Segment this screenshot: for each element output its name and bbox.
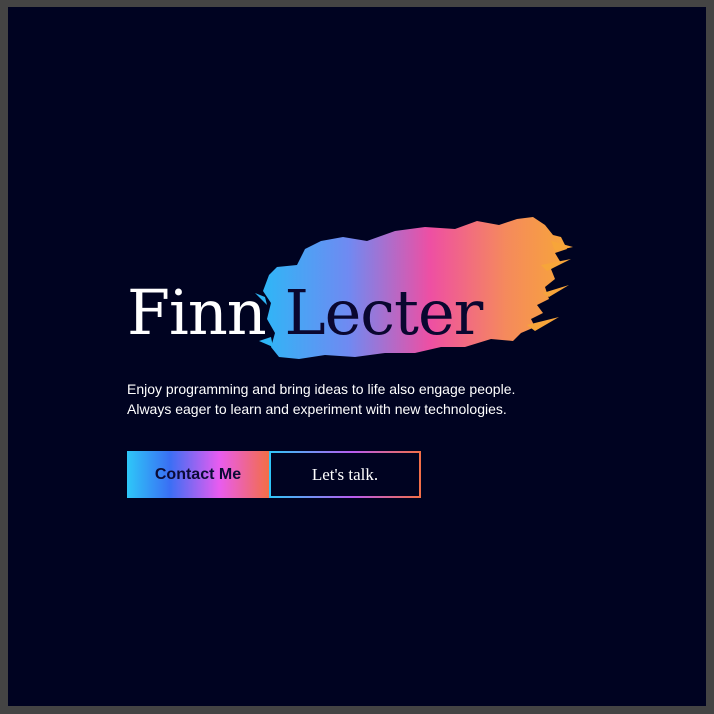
tagline: Enjoy programming and bring ideas to lif… xyxy=(127,379,567,419)
contact-me-button[interactable]: Contact Me xyxy=(127,451,269,498)
first-name: Finn xyxy=(127,276,267,349)
hero-name: Finn Lecter xyxy=(127,276,483,349)
last-name: Lecter xyxy=(284,276,483,349)
tagline-line-2: Always eager to learn and experiment wit… xyxy=(127,401,507,417)
tagline-line-1: Enjoy programming and bring ideas to lif… xyxy=(127,381,516,397)
lets-talk-button[interactable]: Let's talk. xyxy=(269,451,421,498)
hero-section: Finn Lecter Enjoy programming and bring … xyxy=(8,7,706,706)
